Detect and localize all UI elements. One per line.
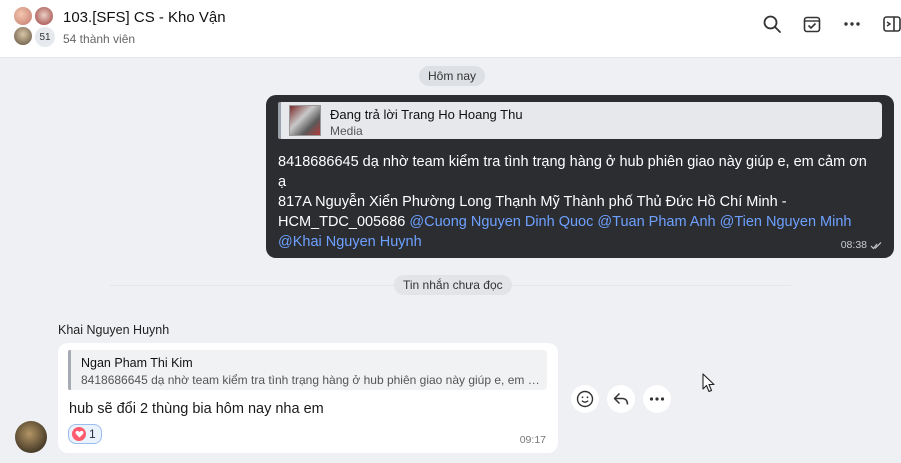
member-count[interactable]: 54 thành viên <box>63 32 135 46</box>
group-avatar[interactable]: 51 <box>13 6 57 50</box>
member-avatar <box>13 6 33 26</box>
incoming-message[interactable]: Ngan Pham Thi Kim 8418686645 dạ nhờ team… <box>58 343 558 453</box>
search-icon[interactable] <box>760 12 784 36</box>
reaction-count: 1 <box>89 427 96 441</box>
panel-toggle-icon[interactable] <box>880 12 901 36</box>
more-icon[interactable] <box>840 12 864 36</box>
unread-divider: Tin nhắn chưa đọc <box>394 275 512 295</box>
message-text: hub sẽ đổi 2 thùng bia hôm nay nha em <box>69 401 324 417</box>
reply-sub: Media <box>330 124 363 138</box>
reaction-badge[interactable]: 1 <box>68 424 102 444</box>
quote-text: 8418686645 dạ nhờ team kiểm tra tình trạ… <box>81 373 541 387</box>
sender-name[interactable]: Khai Nguyen Huynh <box>58 323 169 337</box>
mouse-cursor-icon <box>702 373 715 393</box>
quoted-message[interactable]: Ngan Pham Thi Kim 8418686645 dạ nhờ team… <box>68 350 547 390</box>
quote-bar <box>278 102 281 139</box>
reply-button[interactable] <box>607 385 635 413</box>
mention-link[interactable]: @Khai Nguyen Huynh <box>278 234 422 250</box>
quote-bar <box>68 350 71 390</box>
media-thumbnail <box>289 105 321 136</box>
message-time: 08:38 <box>841 239 882 251</box>
avatar[interactable] <box>15 421 47 453</box>
member-count-badge: 51 <box>35 27 55 47</box>
heart-icon <box>72 427 86 441</box>
calendar-check-icon[interactable] <box>800 12 824 36</box>
member-avatar <box>34 6 54 26</box>
group-title[interactable]: 103.[SFS] CS - Kho Vận <box>63 9 226 26</box>
message-text: 8418686645 dạ nhờ team kiểm tra tình trạ… <box>278 152 878 252</box>
reply-icon <box>613 392 629 405</box>
mention-link[interactable]: @Tuan Pham Anh <box>597 214 715 230</box>
message-line: 8418686645 dạ nhờ team kiểm tra tình trạ… <box>278 154 867 190</box>
mention-link[interactable]: @Cuong Nguyen Dinh Quoc <box>409 214 593 230</box>
date-divider: Hôm nay <box>419 66 486 86</box>
react-button[interactable] <box>571 385 599 413</box>
smiley-icon <box>576 390 594 408</box>
more-icon <box>649 397 665 401</box>
member-avatar <box>13 26 33 46</box>
reply-preview[interactable]: Đang trả lời Trang Ho Hoang Thu Media <box>278 102 882 139</box>
chat-header: 51 103.[SFS] CS - Kho Vận 54 thành viên <box>0 0 901 58</box>
time-text: 08:38 <box>840 239 867 251</box>
quote-author: Ngan Pham Thi Kim <box>81 356 193 370</box>
message-time: 09:17 <box>519 434 546 446</box>
reply-label: Đang trả lời Trang Ho Hoang Thu <box>330 107 523 122</box>
outgoing-message[interactable]: Đang trả lời Trang Ho Hoang Thu Media 84… <box>266 95 894 258</box>
sent-check-icon <box>870 241 882 249</box>
more-actions-button[interactable] <box>643 385 671 413</box>
mention-link[interactable]: @Tien Nguyen Minh <box>720 214 852 230</box>
